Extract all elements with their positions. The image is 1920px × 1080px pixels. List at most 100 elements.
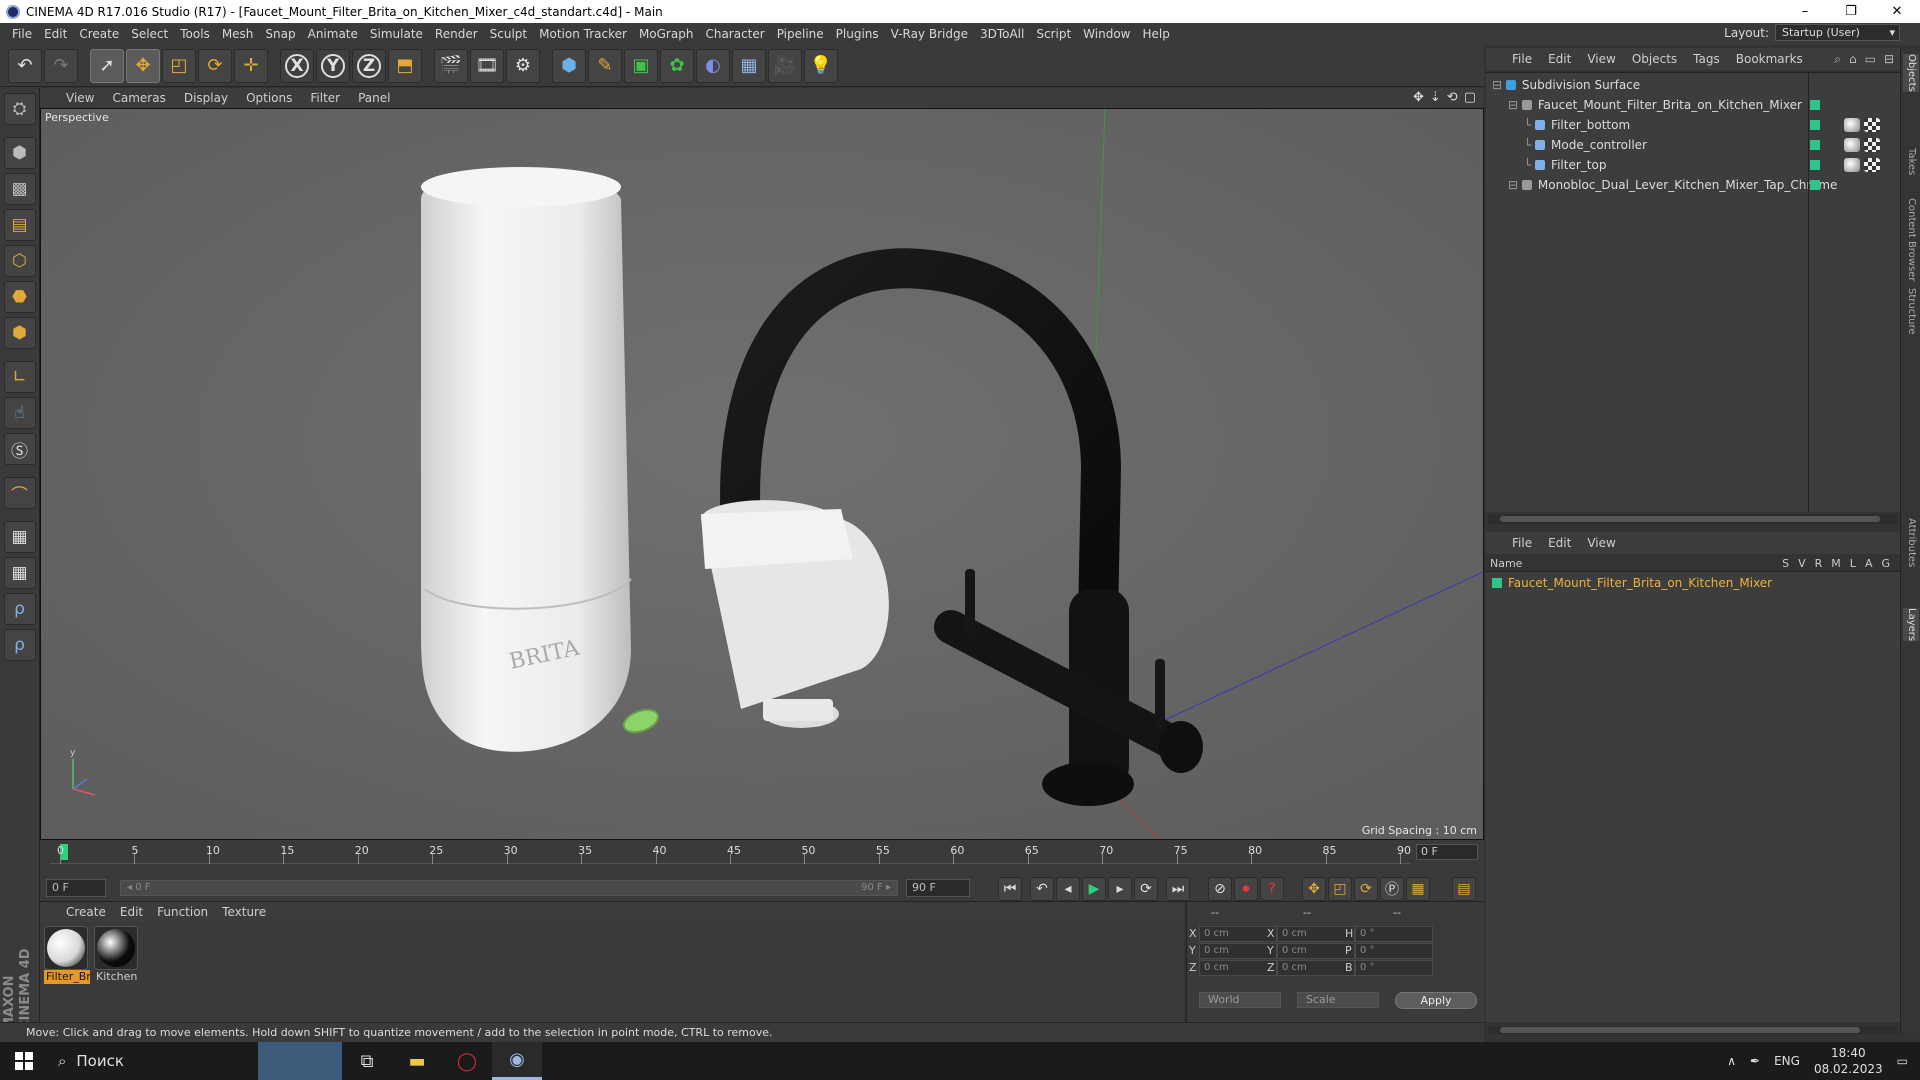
pen-icon[interactable]: ✒ [1750, 1054, 1760, 1068]
layer-manager-scrollbar[interactable] [1488, 1026, 1898, 1034]
minimize-button[interactable]: – [1782, 0, 1828, 23]
maximize-button[interactable]: ❐ [1828, 0, 1874, 23]
coord-c-field[interactable]: 0 ° [1355, 926, 1433, 942]
object-tree-row[interactable]: └ Mode_controller [1486, 135, 1900, 155]
side-tab-content-browser[interactable]: Content Browser [1903, 198, 1919, 281]
key-pla-icon[interactable]: ▦ [1406, 877, 1430, 901]
viewport-menu-display[interactable]: Display [184, 91, 228, 105]
layer-col-m[interactable]: M [1831, 557, 1841, 570]
workplane-icon[interactable]: ▦ [3, 557, 36, 589]
workplane-lock-icon[interactable]: ▦ [3, 521, 36, 553]
render-picture-viewer-icon[interactable]: 🎞 [470, 48, 504, 83]
side-tab-attributes[interactable]: Attributes [1903, 518, 1919, 567]
layer-col-l[interactable]: L [1850, 557, 1856, 570]
render-view-icon[interactable]: 🎬 [434, 48, 468, 83]
light-icon[interactable]: 💡 [804, 48, 838, 83]
menu-animate[interactable]: Animate [302, 27, 364, 41]
clock[interactable]: 18:40 08.02.2023 [1814, 1045, 1883, 1077]
expand-toggle-icon[interactable]: ⊟ [1508, 98, 1522, 112]
material-menu-texture[interactable]: Texture [222, 905, 266, 919]
y-axis-lock-icon[interactable]: Y [316, 48, 350, 83]
coord-a-field[interactable]: 0 cm [1199, 943, 1277, 959]
python-script-icon[interactable]: ρ [3, 629, 36, 661]
coordinate-system-icon[interactable]: ⬒ [388, 48, 422, 83]
layout-dropdown[interactable]: Startup (User) [1775, 24, 1900, 41]
expand-toggle-icon[interactable]: ⊟ [1508, 178, 1522, 192]
magnet-icon[interactable]: ⌒ [3, 477, 36, 509]
x-axis-lock-icon[interactable]: X [280, 48, 314, 83]
select-arrow-icon[interactable]: ➚ [90, 48, 124, 83]
scale-tool-icon[interactable]: ◰ [162, 48, 196, 83]
material-tag-icon[interactable] [1844, 118, 1860, 132]
texture-mode-icon[interactable]: ▩ [3, 173, 36, 205]
undo-icon[interactable]: ↶ [8, 48, 42, 83]
menu-script[interactable]: Script [1030, 27, 1077, 41]
snap-icon[interactable]: Ⓢ [3, 433, 36, 465]
coord-c-field[interactable]: 0 ° [1355, 943, 1433, 959]
expand-toggle-icon[interactable]: ⊟ [1492, 78, 1506, 92]
render-settings-icon[interactable]: ⚙ [506, 48, 540, 83]
home-icon[interactable]: ⌂ [1849, 52, 1857, 67]
maximize-view-icon[interactable]: ▢ [1464, 90, 1476, 105]
go-to-end-icon[interactable]: ⏭ [1166, 877, 1190, 901]
make-editable-icon[interactable]: ⛭ [3, 93, 36, 125]
object-menu-tags[interactable]: Tags [1693, 52, 1720, 66]
layer-color-flag[interactable] [1810, 160, 1820, 170]
coordinate-mode-dropdown[interactable]: World [1199, 992, 1281, 1008]
rotate-tool-icon[interactable]: ⟳ [198, 48, 232, 83]
dolly-icon[interactable]: ⇣ [1430, 90, 1441, 105]
viewport-menu-view[interactable]: View [66, 91, 94, 105]
layer-menu-view[interactable]: View [1587, 536, 1615, 550]
cube-primitive-icon[interactable]: ⬢ [552, 48, 586, 83]
layer-color-flag[interactable] [1810, 120, 1820, 130]
object-tree-row[interactable]: ⊟ Subdivision Surface [1486, 75, 1900, 95]
menu-select[interactable]: Select [125, 27, 174, 41]
menu-tools[interactable]: Tools [174, 27, 216, 41]
z-axis-lock-icon[interactable]: Z [352, 48, 386, 83]
orbit-icon[interactable]: ⟲ [1447, 90, 1458, 105]
object-menu-file[interactable]: File [1512, 52, 1532, 66]
layer-col-r[interactable]: R [1815, 557, 1823, 570]
move-tool-icon[interactable]: ✥ [126, 48, 160, 83]
material-menu-function[interactable]: Function [157, 905, 208, 919]
menu-v-ray-bridge[interactable]: V-Ray Bridge [885, 27, 974, 41]
perspective-viewport[interactable]: BRITA y Perspective Grid Spacing : 10 cm [40, 108, 1484, 840]
layer-col-v[interactable]: V [1798, 557, 1806, 570]
object-tree-row[interactable]: └ Filter_bottom [1486, 115, 1900, 135]
object-tree-row[interactable]: └ Filter_top [1486, 155, 1900, 175]
material-tag-icon[interactable] [1844, 138, 1860, 152]
side-tab-layers[interactable]: Layers [1903, 608, 1919, 642]
menu-edit[interactable]: Edit [38, 27, 73, 41]
material-tag-icon[interactable] [1844, 158, 1860, 172]
next-frame-icon[interactable]: ▸ [1108, 877, 1132, 901]
key-position-icon[interactable]: ✥ [1302, 877, 1326, 901]
mograph-cloner-icon[interactable]: ✿ [660, 48, 694, 83]
menu-simulate[interactable]: Simulate [364, 27, 429, 41]
side-tab-objects[interactable]: Objects [1903, 54, 1919, 92]
layer-menu-edit[interactable]: Edit [1548, 536, 1571, 550]
menu-pipeline[interactable]: Pipeline [771, 27, 830, 41]
timeline-window-icon[interactable]: ▤ [1452, 877, 1476, 901]
layer-col-a[interactable]: A [1865, 557, 1873, 570]
tweak-mode-icon[interactable]: ☝ [3, 397, 36, 429]
apply-button[interactable]: Apply [1395, 992, 1477, 1009]
material-menu-create[interactable]: Create [66, 905, 106, 919]
floor-scene-icon[interactable]: ▦ [732, 48, 766, 83]
model-mode-icon[interactable]: ⬢ [3, 137, 36, 169]
menu-sculpt[interactable]: Sculpt [484, 27, 533, 41]
menu-help[interactable]: Help [1136, 27, 1175, 41]
deformer-icon[interactable]: ◐ [696, 48, 730, 83]
key-scale-icon[interactable]: ◰ [1328, 877, 1352, 901]
notification-icon[interactable]: ▭ [1897, 1054, 1908, 1068]
autokey-icon[interactable]: ? [1260, 877, 1284, 901]
object-menu-view[interactable]: View [1587, 52, 1615, 66]
coord-a-field[interactable]: 0 cm [1199, 960, 1277, 976]
new-window-icon[interactable]: ▭ [1865, 52, 1876, 67]
menu-snap[interactable]: Snap [259, 27, 301, 41]
menu-file[interactable]: File [6, 27, 38, 41]
menu-create[interactable]: Create [73, 27, 125, 41]
coord-c-field[interactable]: 0 ° [1355, 960, 1433, 976]
python-icon[interactable]: ρ [3, 593, 36, 625]
layer-col-s[interactable]: S [1782, 557, 1789, 570]
record-keyframe-icon[interactable]: ⏺ [1234, 877, 1258, 901]
